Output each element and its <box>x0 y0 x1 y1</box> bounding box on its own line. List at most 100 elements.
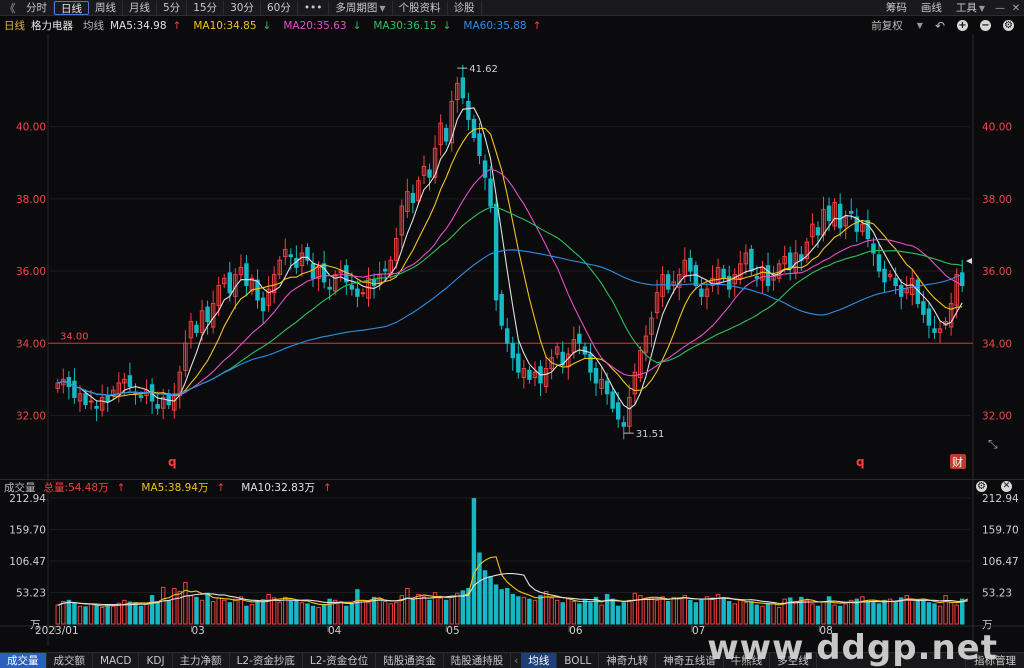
candle-body <box>460 77 466 99</box>
volume-bar <box>771 602 776 625</box>
indicator-tab[interactable]: 陆股通持股 <box>444 652 512 668</box>
volume-bar <box>349 603 355 625</box>
current-price-pointer-icon <box>966 258 972 264</box>
back-icon[interactable]: 《 <box>0 0 20 16</box>
low-price-label: 31.51 <box>636 429 665 440</box>
date-label: 06 <box>569 625 583 637</box>
volume-ma5-text: MA5:38.94万 <box>141 482 209 494</box>
close-icon[interactable]: ✕ <box>1001 481 1012 492</box>
draw-line-button[interactable]: 画线 <box>914 1 949 15</box>
zoom-out-icon[interactable]: − <box>980 20 991 31</box>
candle-body <box>882 268 887 283</box>
period-tab[interactable]: 60分 <box>261 0 298 15</box>
volume-bar <box>621 602 626 625</box>
volume-bar <box>682 595 688 625</box>
indicator-tab[interactable]: 主力净额 <box>173 652 230 668</box>
close-icon[interactable]: ✕ <box>1008 3 1024 14</box>
volume-bar <box>760 605 765 625</box>
period-tab[interactable]: 30分 <box>224 0 261 15</box>
period-tabs: 分时 日线 周线 月线 5分 15分 30分 60分 ••• 多周期图 ▼ 个股资料 诊股 <box>20 0 482 15</box>
period-tab[interactable]: 月线 <box>123 0 157 15</box>
indicator-tab[interactable]: 成交量 <box>0 652 47 668</box>
date-label: 03 <box>192 625 205 637</box>
volume-bar <box>849 599 854 625</box>
overlay-tab[interactable]: 牛熊线 <box>724 652 771 668</box>
undo-icon[interactable]: ↶ <box>935 19 945 33</box>
overlay-tab[interactable]: 均线 <box>521 652 558 668</box>
tab-scroll-icon[interactable]: ‹ <box>511 654 521 667</box>
report-marker-q: q <box>856 455 865 469</box>
candle-body <box>610 391 615 409</box>
volume-bar <box>199 599 205 625</box>
volume-bar <box>532 599 538 625</box>
indicator-tab[interactable]: L2-资金抄底 <box>230 652 303 668</box>
indicator-tab[interactable]: 成交额 <box>47 652 93 668</box>
ma-label: MA30:36.15 <box>373 19 437 32</box>
volume-bar <box>910 599 915 625</box>
candle-body <box>321 263 327 283</box>
volume-bar <box>216 597 221 625</box>
volume-bar <box>726 601 732 625</box>
period-tab[interactable]: 个股资料 <box>393 0 448 15</box>
price-tick-right: 36.00 <box>982 266 1012 278</box>
settings-icon[interactable]: ⚙ <box>976 481 987 492</box>
indicator-manage-button[interactable]: 指标管理 <box>965 653 1024 668</box>
volume-bar <box>488 576 493 625</box>
period-tab[interactable]: 15分 <box>187 0 225 15</box>
volume-bar <box>72 602 77 625</box>
period-tab[interactable]: 周线 <box>89 0 123 15</box>
volume-bar <box>127 601 133 625</box>
candle-body <box>355 288 360 297</box>
tools-button[interactable]: 工具 ▼ <box>949 1 992 15</box>
candle-body <box>477 133 482 157</box>
period-tab[interactable]: 日线 <box>54 0 89 15</box>
volume-bar <box>177 590 183 625</box>
period-tab[interactable]: 5分 <box>157 0 188 15</box>
candle-body <box>527 369 532 380</box>
overlay-tab[interactable]: 神奇五线谱 <box>656 652 724 668</box>
date-label: 04 <box>328 625 342 637</box>
volume-bar <box>244 605 249 625</box>
overlay-tab[interactable]: 神奇九转 <box>599 652 657 668</box>
kline-chart[interactable]: 40.00 38.00 36.00 34.00 32.00 40.00 38.00 36.0… <box>0 34 1024 652</box>
candle-body <box>516 353 521 373</box>
volume-bar <box>493 584 499 625</box>
indicator-tab[interactable]: L2-资金仓位 <box>303 652 377 668</box>
period-tab[interactable]: 诊股 <box>448 0 482 15</box>
ma-settings-label[interactable]: 均线 <box>83 18 104 33</box>
period-tab[interactable]: ••• <box>298 0 330 15</box>
volume-bar <box>455 592 460 625</box>
indicator-tab[interactable]: 陆股通资金 <box>376 652 444 668</box>
volume-bar <box>111 605 116 625</box>
candle-body <box>826 205 832 222</box>
indicator-tab[interactable]: KDJ <box>139 652 173 668</box>
chevron-down-icon[interactable]: ▼ <box>917 21 923 30</box>
adjust-mode[interactable]: 前复权 <box>871 18 903 33</box>
high-price-label: 41.62 <box>469 64 498 75</box>
indicator-tab[interactable]: MACD <box>93 652 140 668</box>
volume-bar <box>188 595 194 625</box>
volume-bar <box>671 596 676 625</box>
period-tab[interactable]: 分时 <box>20 0 54 15</box>
settings-icon[interactable]: ⚙ <box>1003 20 1014 31</box>
candle-body <box>849 210 854 214</box>
overlay-tab[interactable]: BOLL <box>557 652 600 668</box>
report-marker-q: q <box>168 455 177 469</box>
volume-unit-right: 万 <box>982 619 993 631</box>
volume-bar <box>893 602 898 625</box>
period-tab[interactable]: 多周期图 ▼ <box>329 0 393 15</box>
volume-total-text: 总量:54.48万 <box>43 482 109 494</box>
candle-body <box>932 328 937 333</box>
volume-bar <box>643 598 649 625</box>
zoom-in-icon[interactable]: + <box>957 20 968 31</box>
overlay-tab[interactable]: 多空线 <box>770 652 817 668</box>
volume-bar <box>588 602 593 625</box>
candle-body <box>577 333 582 344</box>
chips-button[interactable]: 筹码 <box>879 1 914 15</box>
down-arrow-icon: ↓ <box>352 19 362 32</box>
minimize-icon[interactable]: — <box>992 3 1008 14</box>
volume-bar <box>804 599 810 625</box>
candle-body <box>105 395 110 402</box>
volume-label: 成交量 <box>4 482 36 494</box>
volume-bar <box>299 602 305 625</box>
